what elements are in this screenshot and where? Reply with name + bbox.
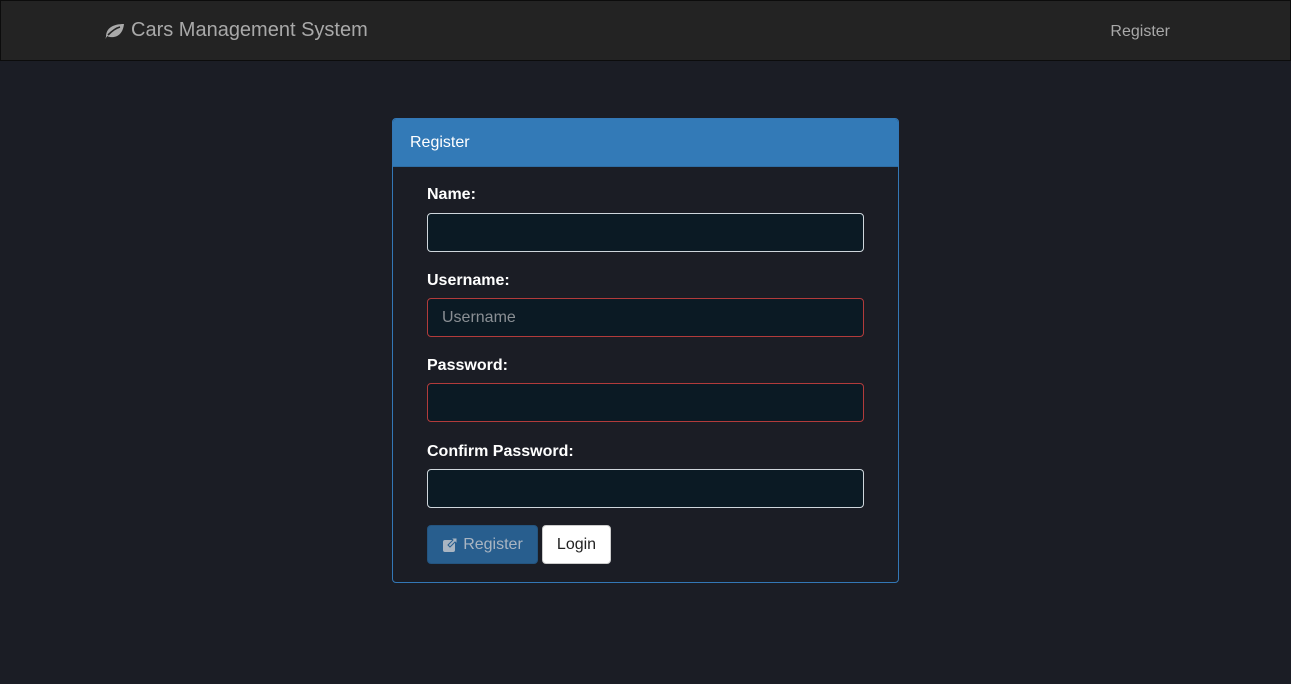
confirm-password-label: Confirm Password: (427, 443, 574, 460)
external-link-icon (443, 537, 458, 552)
panel-title: Register (393, 119, 898, 167)
confirm-password-field[interactable] (427, 469, 864, 508)
password-field[interactable] (427, 383, 864, 422)
login-button[interactable]: Login (542, 525, 611, 564)
username-field[interactable] (427, 298, 864, 337)
password-label: Password: (427, 357, 508, 374)
top-navbar: Cars Management System Register (0, 0, 1291, 61)
leaf-icon (105, 23, 124, 39)
name-label: Name: (427, 186, 476, 203)
nav-register-link[interactable]: Register (1110, 23, 1170, 41)
register-button[interactable]: Register (427, 525, 538, 564)
name-field[interactable] (427, 213, 864, 252)
register-panel: Register Name: Username: Password: Confi… (392, 118, 899, 583)
username-label: Username: (427, 272, 510, 289)
register-button-label: Register (463, 535, 523, 553)
brand-text: Cars Management System (131, 19, 368, 41)
brand-link[interactable]: Cars Management System (104, 19, 368, 42)
